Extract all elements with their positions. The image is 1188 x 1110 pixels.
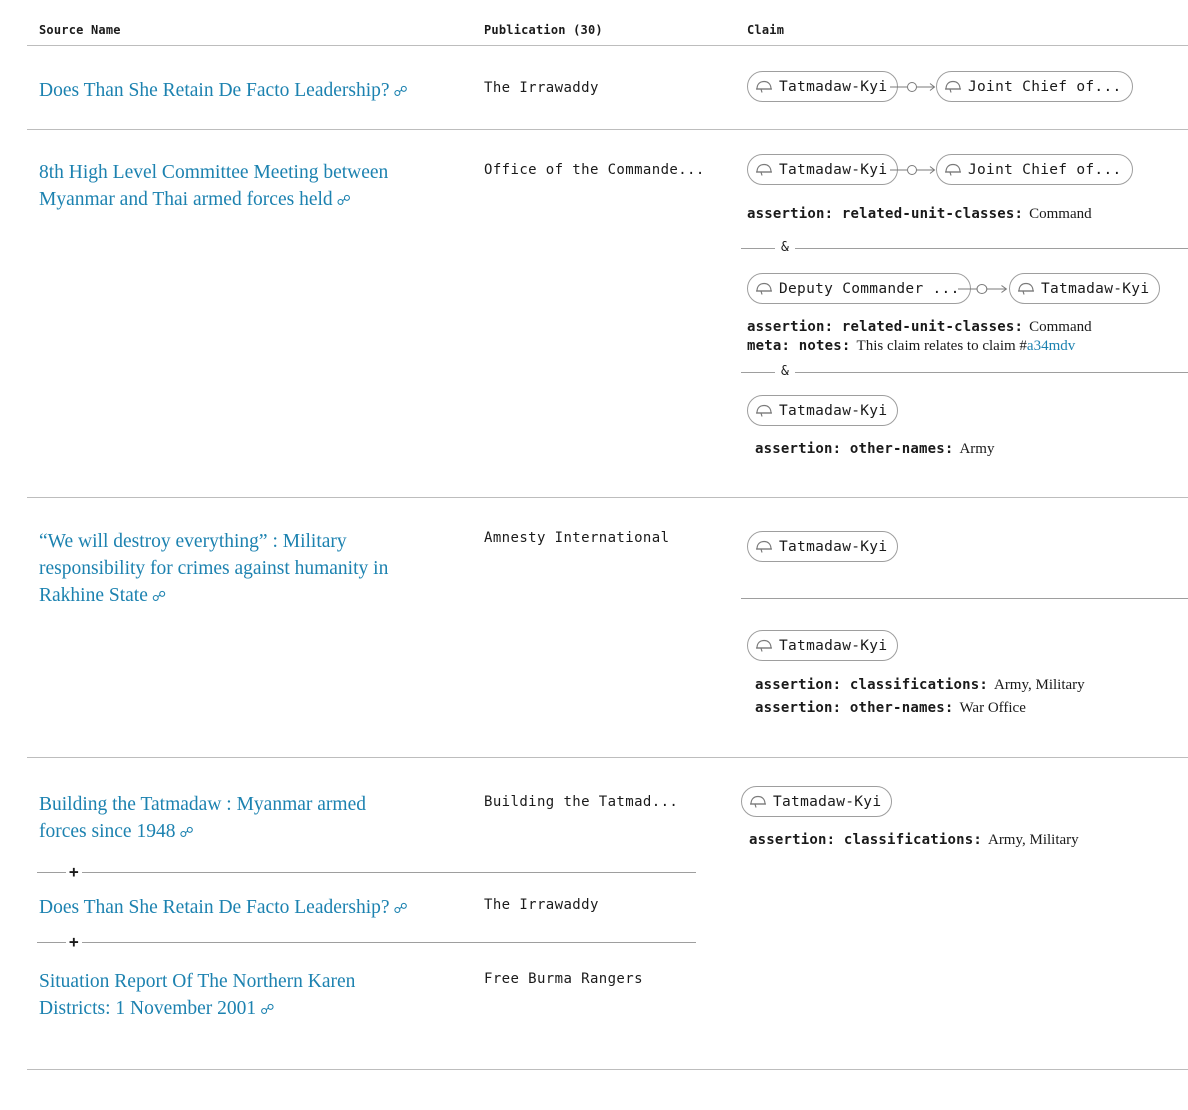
row-divider (27, 1069, 1188, 1070)
link-icon: ☍ (393, 902, 408, 917)
entity-chip[interactable]: Tatmadaw-Kyi (747, 531, 899, 562)
assertion: assertion: related-unit-classes: Command (747, 206, 1092, 222)
publication-name: The Irrawaddy (484, 897, 599, 913)
and-separator: & (775, 240, 795, 255)
source-title-link[interactable]: “We will destroy everything” : Military … (39, 528, 469, 611)
entity-chip[interactable]: Tatmadaw-Kyi (747, 395, 899, 426)
assertion: assertion: other-names: Army (755, 441, 995, 457)
entity-chip[interactable]: Tatmadaw-Kyi (1009, 273, 1161, 304)
source-title-link[interactable]: Building the Tatmadaw : Myanmar armed fo… (39, 791, 469, 847)
helmet-icon (944, 163, 962, 177)
entity-chip[interactable]: Tatmadaw-Kyi (747, 154, 899, 185)
helmet-icon (944, 80, 962, 94)
entity-chip[interactable]: Joint Chief of... (936, 71, 1133, 102)
meta-notes: meta: notes: This claim relates to claim … (747, 338, 1076, 354)
relation-arrow-icon (890, 80, 936, 94)
publication-name: The Irrawaddy (484, 80, 599, 96)
source-separator (37, 872, 696, 873)
column-header-publication[interactable]: Publication (30) (484, 23, 603, 37)
assertion: assertion: other-names: War Office (755, 700, 1026, 716)
table-header: Source Name Publication (30) Claim (27, 0, 1188, 46)
helmet-icon (755, 639, 773, 653)
entity-chip[interactable]: Tatmadaw-Kyi (747, 71, 899, 102)
source-separator (37, 942, 696, 943)
claim-reference-link[interactable]: a34mdv (1027, 338, 1075, 354)
helmet-icon (755, 540, 773, 554)
row-divider (27, 757, 1188, 758)
link-icon: ☍ (260, 1003, 275, 1018)
assertion: assertion: classifications: Army, Militar… (749, 832, 1079, 848)
link-icon: ☍ (336, 194, 351, 209)
row-divider (27, 497, 1188, 498)
source-title-link[interactable]: 8th High Level Committee Meeting between… (39, 159, 469, 215)
helmet-icon (1017, 282, 1035, 296)
link-icon: ☍ (393, 85, 408, 100)
row-divider (27, 129, 1188, 130)
source-title-link[interactable]: Does Than She Retain De Facto Leadership… (39, 77, 469, 106)
source-title-link[interactable]: Situation Report Of The Northern Karen D… (39, 968, 469, 1024)
publication-name: Amnesty International (484, 530, 670, 546)
column-header-claim[interactable]: Claim (747, 23, 784, 37)
plus-separator: + (66, 932, 82, 951)
assertion: assertion: related-unit-classes: Command (747, 319, 1092, 335)
entity-chip[interactable]: Deputy Commander ... (747, 273, 971, 304)
relation-arrow-icon (958, 282, 1008, 296)
source-title-link[interactable]: Does Than She Retain De Facto Leadership… (39, 894, 469, 923)
helmet-icon (749, 795, 767, 809)
publication-name: Free Burma Rangers (484, 971, 643, 987)
link-icon: ☍ (151, 590, 167, 605)
claim-separator (741, 598, 1188, 599)
entity-chip[interactable]: Joint Chief of... (936, 154, 1133, 185)
claim-separator (741, 248, 1188, 249)
helmet-icon (755, 80, 773, 94)
helmet-icon (755, 282, 773, 296)
assertion: assertion: classifications: Army, Militar… (755, 677, 1085, 693)
helmet-icon (755, 404, 773, 418)
column-header-source-name[interactable]: Source Name (39, 23, 121, 37)
link-icon: ☍ (179, 826, 194, 841)
and-separator: & (775, 364, 795, 379)
helmet-icon (755, 163, 773, 177)
publication-name: Office of the Commande... (484, 162, 705, 178)
plus-separator: + (66, 862, 82, 881)
entity-chip[interactable]: Tatmadaw-Kyi (747, 630, 899, 661)
relation-arrow-icon (890, 163, 936, 177)
claim-separator (741, 372, 1188, 373)
publication-name: Building the Tatmad... (484, 794, 679, 810)
entity-chip[interactable]: Tatmadaw-Kyi (741, 786, 893, 817)
